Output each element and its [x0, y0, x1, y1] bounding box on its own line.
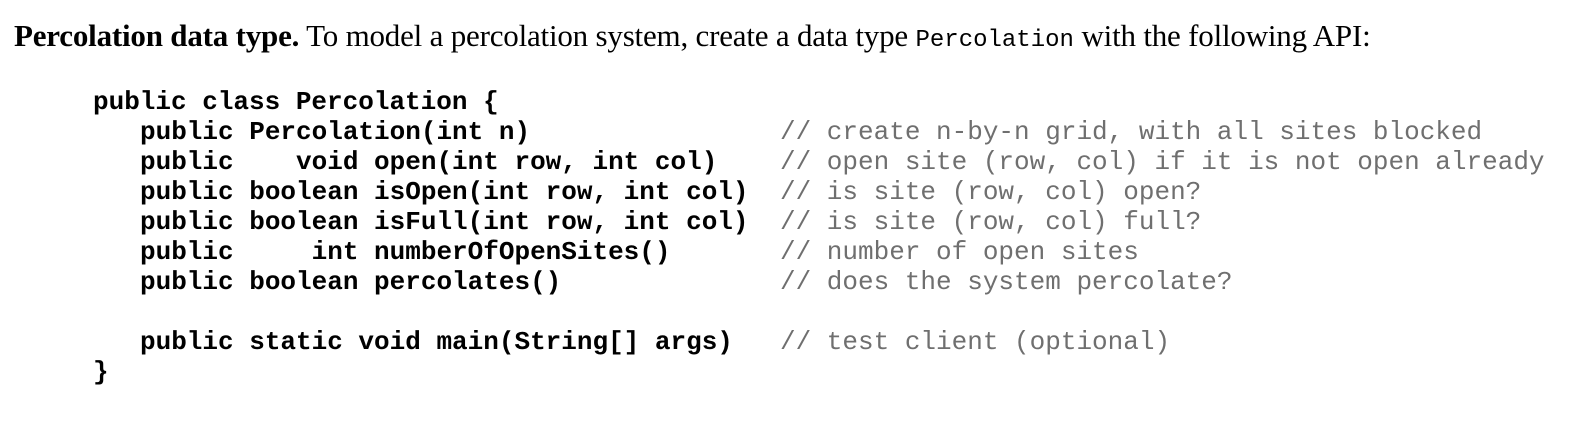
- code-line: public Percolation(int n) // create n-by…: [93, 117, 1482, 147]
- class-closing-brace: }: [93, 357, 109, 387]
- code-line: public static void main(String[] args) /…: [93, 327, 1170, 357]
- method-comment: // number of open sites: [780, 237, 1139, 267]
- heading-text-after-code: with the following API:: [1073, 18, 1371, 53]
- code-line: public int numberOfOpenSites() // number…: [93, 237, 1139, 267]
- method-comment: // is site (row, col) open?: [780, 177, 1202, 207]
- heading-inline-code: Percolation: [915, 27, 1074, 54]
- method-comment: // create n-by-n grid, with all sites bl…: [780, 117, 1483, 147]
- method-comment: // is site (row, col) full?: [780, 207, 1202, 237]
- code-line-class-open: public class Percolation {: [93, 87, 499, 117]
- code-line: public boolean percolates() // does the …: [93, 267, 1232, 297]
- method-signature: public Percolation(int n): [140, 117, 531, 147]
- heading-text-before-code: To model a percolation system, create a …: [299, 18, 916, 53]
- method-signature: public boolean isOpen(int row, int col): [140, 177, 749, 207]
- main-method-signature: public static void main(String[] args): [140, 327, 733, 357]
- method-signature: public boolean isFull(int row, int col): [140, 207, 749, 237]
- method-signature: public boolean percolates(): [140, 267, 562, 297]
- code-line-class-close: }: [93, 357, 155, 387]
- method-comment: // open site (row, col) if it is not ope…: [780, 147, 1545, 177]
- code-line: public void open(int row, int col) // op…: [93, 147, 1545, 177]
- heading-bold-title: Percolation data type.: [14, 18, 300, 53]
- api-code-block: public class Percolation { public Percol…: [93, 87, 1545, 387]
- section-heading: Percolation data type. To model a percol…: [14, 14, 1371, 63]
- method-signature: public int numberOfOpenSites(): [140, 237, 671, 267]
- code-line: public boolean isFull(int row, int col) …: [93, 207, 1201, 237]
- method-signature: public void open(int row, int col): [140, 147, 718, 177]
- main-method-comment: // test client (optional): [780, 327, 1171, 357]
- method-comment: // does the system percolate?: [780, 267, 1233, 297]
- class-declaration: public class Percolation {: [93, 87, 499, 117]
- code-line: public boolean isOpen(int row, int col) …: [93, 177, 1201, 207]
